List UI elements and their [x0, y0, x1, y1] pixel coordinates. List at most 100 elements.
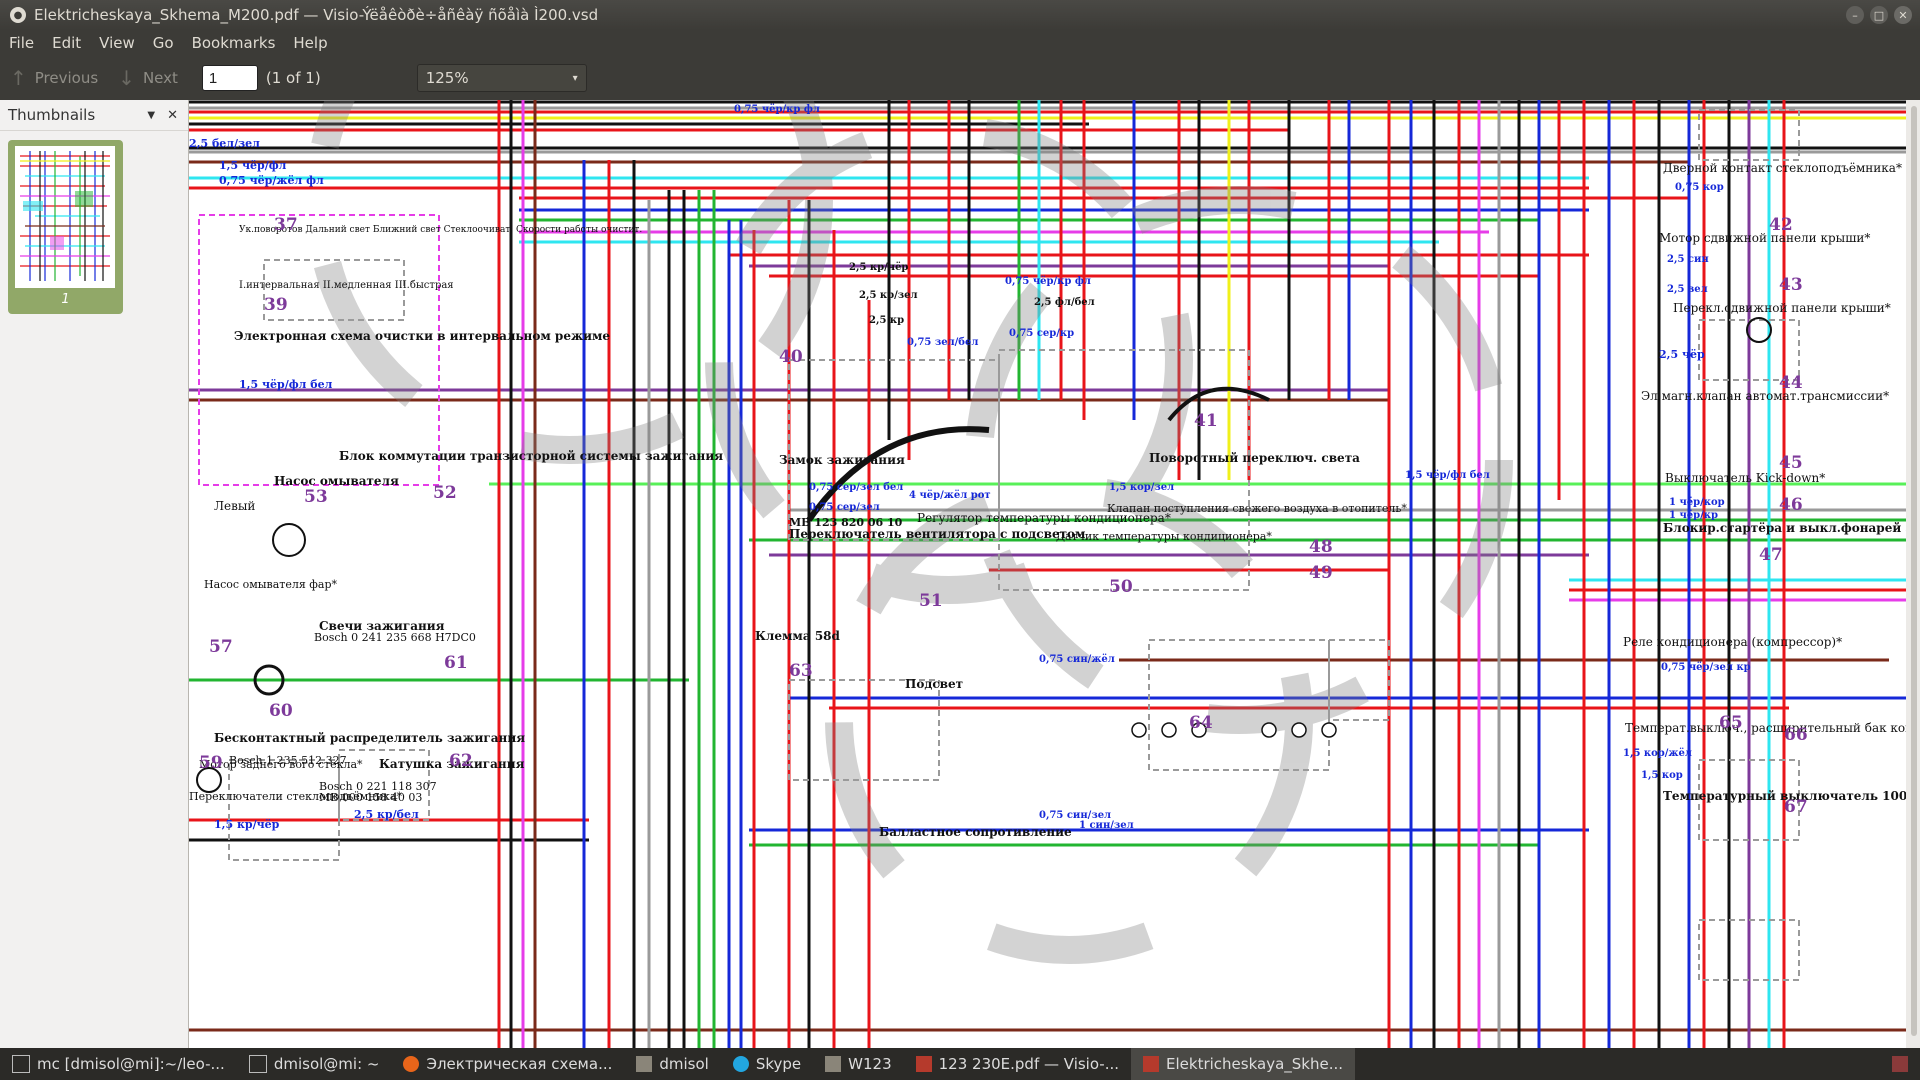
diagram-label: 1 син/зел [1079, 820, 1134, 831]
diagram-label: Перекл.сдвижной панели крыши* [1673, 301, 1891, 315]
component-number: 47 [1759, 545, 1783, 565]
component-number: 50 [1109, 577, 1133, 597]
app-icon: ● [10, 7, 26, 23]
lamp-symbol [1291, 722, 1307, 738]
page-count: (1 of 1) [265, 69, 321, 87]
menu-file[interactable]: File [0, 34, 43, 52]
menu-view[interactable]: View [90, 34, 144, 52]
lamp-symbol [1261, 722, 1277, 738]
task-w123[interactable]: W123 [813, 1048, 903, 1080]
wiring-diagram: 1,5 чёр/фл 0,75 чёр/жёл фл 0,75 чёр/кр фл 2… [189, 100, 1920, 1048]
taskbar: mc [dmisol@mi]:~/leo-... dmisol@mi: ~ Эл… [0, 1048, 1920, 1080]
diagram-label: Температ.выключ., расширительный бак кон… [1625, 721, 1906, 735]
diagram-label: Дверной контакт стеклоподъёмника* [1663, 161, 1902, 175]
menu-go[interactable]: Go [144, 34, 183, 52]
sidebar-close-icon[interactable]: ✕ [167, 108, 178, 123]
maximize-icon[interactable]: □ [1870, 6, 1888, 24]
diagram-label: Выключатель Kick-down* [1665, 471, 1825, 485]
component-number: 49 [1309, 563, 1333, 583]
diagram-label: Блокир.стартёра и выкл.фонарей заднего х… [1663, 521, 1906, 535]
component-number: 43 [1779, 275, 1803, 295]
task-files[interactable]: dmisol [624, 1048, 720, 1080]
diagram-label: Ук.поворотов Дальний свет Ближний свет С… [239, 224, 642, 235]
diagram-label: I.интервальная II.медленная III.быстрая [239, 280, 454, 291]
folder-icon [825, 1056, 842, 1072]
diagram-label: 2,5 зел [1667, 284, 1708, 295]
folder-icon [636, 1056, 653, 1072]
arrow-up-icon: ↑ [10, 66, 27, 90]
title-bar: ● Elektricheskaya_Skhema_M200.pdf — Visi… [0, 0, 1920, 30]
task-label: Elektricheskaya_Skhe... [1166, 1055, 1344, 1073]
diagram-label: MB 123 820 06 10 [789, 516, 903, 529]
diagram-label: Подсвет [905, 677, 963, 691]
task-label: dmisol@mi: ~ [273, 1055, 380, 1073]
menu-bookmarks[interactable]: Bookmarks [183, 34, 285, 52]
next-label: Next [142, 69, 178, 87]
diagram-label: 2,5 фл/бел [1034, 297, 1095, 308]
scrollbar-thumb[interactable] [1911, 106, 1917, 1036]
task-terminal-mc[interactable]: mc [dmisol@mi]:~/leo-... [0, 1048, 237, 1080]
previous-button[interactable]: ↑ Previous [0, 66, 108, 90]
diagram-label: Поворотный переключ. света [1149, 451, 1360, 465]
diagram-label: Переключатель вентилятора с подсветом [789, 527, 1086, 541]
task-label: mc [dmisol@mi]:~/leo-... [37, 1055, 225, 1073]
task-label: dmisol [659, 1055, 709, 1073]
diagram-label: 2,5 кр/зел [859, 290, 918, 301]
zoom-select[interactable]: 125% ▾ [416, 64, 587, 92]
component-number: 40 [779, 347, 803, 367]
diagram-label: 0,75 сер/зел бел [809, 482, 903, 493]
component-number: 62 [449, 751, 473, 771]
task-pdf-123[interactable]: 123 230E.pdf — Visio-... [904, 1048, 1131, 1080]
sidebar-dropdown-icon[interactable]: ▼ [147, 110, 155, 121]
diagram-label: 1,5 кор/жёл [1623, 748, 1692, 759]
component-number: 65 [1719, 713, 1743, 733]
diagram-label: 2,5 чёр [1659, 348, 1705, 361]
diagram-label: 1,5 чёр/фл [219, 159, 287, 172]
component-number: 39 [264, 295, 288, 315]
show-desktop-button[interactable] [1880, 1048, 1920, 1080]
minimize-icon[interactable]: – [1846, 6, 1864, 24]
component-number: 67 [1784, 797, 1808, 817]
page-number-input[interactable] [201, 65, 258, 91]
component-number: 41 [1194, 411, 1218, 431]
diagram-label: 0,75 син/жёл [1039, 654, 1115, 665]
diagram-label: Электронная схема очистки в интервальном… [234, 329, 610, 343]
diagram-label: 0,75 чёр/зел кр [1661, 662, 1751, 673]
window-title: Elektricheskaya_Skhema_M200.pdf — Visio-… [34, 6, 599, 24]
menu-edit[interactable]: Edit [43, 34, 90, 52]
component-number: 53 [304, 487, 328, 507]
component-number: 46 [1779, 495, 1803, 515]
component-number: 66 [1784, 725, 1808, 745]
task-skype[interactable]: Skype [721, 1048, 813, 1080]
diagram-label: 1,5 кр/чёр [214, 818, 280, 831]
component-number: 63 [789, 661, 813, 681]
diagram-label: Блок коммутации транзисторной системы за… [339, 449, 723, 463]
diagram-label: Датчик температуры кондиционера* [1056, 530, 1272, 543]
terminal-icon [248, 1055, 267, 1073]
task-pdf-active[interactable]: Elektricheskaya_Skhe... [1131, 1048, 1356, 1080]
thumbnail-image [15, 146, 115, 288]
diagram-label: 0,75 кор [1675, 182, 1724, 193]
diagram-label: Насос омывателя [274, 474, 399, 488]
vertical-scrollbar[interactable] [1906, 100, 1920, 1048]
diagram-label: Левый [214, 499, 255, 513]
diagram-label: 1 чёр/кор [1669, 497, 1725, 508]
next-button[interactable]: ↓ Next [108, 66, 188, 90]
sidebar-title: Thumbnails [8, 106, 96, 124]
diagram-label: 0,75 чёр/кр фл [734, 104, 820, 115]
diagram-label: 0,75 чёр/жёл фл [219, 174, 324, 187]
task-terminal[interactable]: dmisol@mi: ~ [237, 1048, 392, 1080]
diagram-label: 0,75 сер/кр [1009, 328, 1074, 339]
diagram-label: Насос омывателя фар* [204, 578, 338, 591]
diagram-label: 0,75 зел/бел [907, 337, 978, 348]
menu-help[interactable]: Help [284, 34, 336, 52]
pdf-icon [1143, 1056, 1160, 1072]
task-firefox[interactable]: Электрическая схема... [391, 1048, 624, 1080]
document-view[interactable]: 1,5 чёр/фл 0,75 чёр/жёл фл 0,75 чёр/кр фл 2… [189, 100, 1920, 1048]
page-thumbnail[interactable]: 1 [8, 140, 123, 314]
sidebar-header: Thumbnails ▼ ✕ [0, 100, 188, 131]
close-icon[interactable]: ✕ [1894, 6, 1912, 24]
component-number: 37 [274, 215, 298, 235]
diagram-label: Реле кондиционера (компрессор)* [1623, 635, 1842, 649]
diagram-label: 0,75 чёр/кр фл [1005, 276, 1091, 287]
